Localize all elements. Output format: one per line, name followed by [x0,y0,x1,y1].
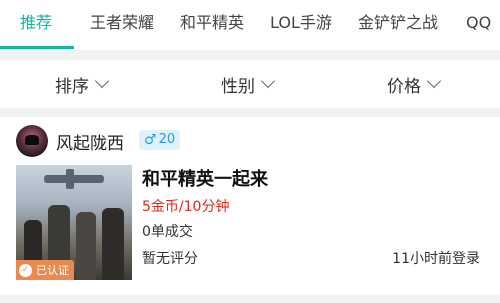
tab-honor-of-kings[interactable]: 王者荣耀 [90,0,154,50]
active-tab-indicator [0,46,74,49]
order-count: 0单成交 [142,224,193,240]
service-price: 5金币/10分钟 [142,199,230,215]
price-filter[interactable]: 价格 [387,60,442,108]
service-title: 和平精英一起来 [142,169,268,190]
tab-qq[interactable]: QQ [466,0,491,50]
gender-filter-label: 性别 [221,76,255,97]
plane-shape [44,175,104,183]
plane-wing-shape [66,169,74,189]
rating-status: 暂无评分 [142,251,198,267]
tab-lol-mobile[interactable]: LOL手游 [270,0,332,50]
gender-age-badge: ♂ 20 [139,130,181,150]
chevron-down-icon [260,73,276,89]
sort-filter[interactable]: 排序 [55,60,110,108]
sort-filter-label: 排序 [55,76,89,97]
check-shield-icon: ✓ [19,263,32,277]
tab-golden-spatula[interactable]: 金铲铲之战 [358,0,438,50]
username: 风起陇西 [56,134,124,154]
service-thumbnail[interactable]: ✓ 已认证 [16,165,132,280]
age-value: 20 [158,132,176,147]
last-login-time: 11小时前登录 [392,251,480,267]
male-icon: ♂ [144,132,157,148]
gender-filter[interactable]: 性别 [221,60,276,108]
tab-peace-elite[interactable]: 和平精英 [180,0,244,50]
avatar[interactable] [16,125,48,157]
chevron-down-icon [426,73,442,89]
tab-recommended[interactable]: 推荐 [20,0,52,50]
character-figure [76,212,96,280]
chevron-down-icon [94,73,110,89]
verified-label: 已认证 [36,264,69,277]
price-filter-label: 价格 [387,76,421,97]
category-tabs: 推荐 王者荣耀 和平精英 LOL手游 金铲铲之战 QQ [0,0,500,50]
filter-bar: 排序 性别 价格 [0,60,500,108]
verified-badge: ✓ 已认证 [16,260,74,280]
character-figure [102,208,124,280]
player-card[interactable]: 风起陇西 ♂ 20 ✓ 已认证 和平精英一起来 5金币/10分钟 0单成交 暂无… [0,117,500,295]
